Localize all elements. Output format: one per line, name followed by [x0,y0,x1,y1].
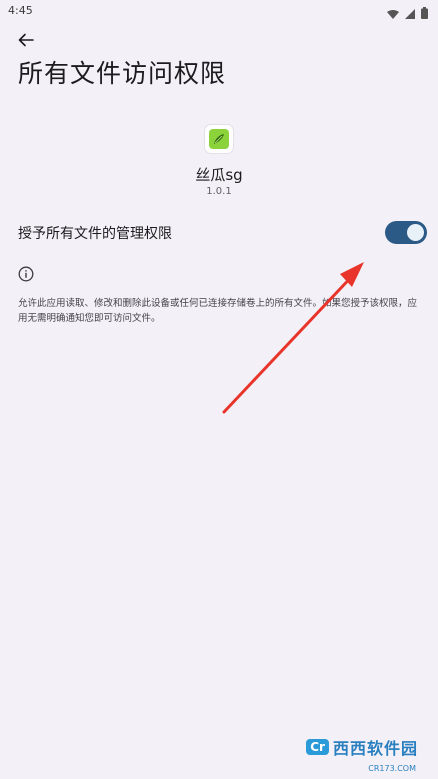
all-files-access-toggle[interactable] [385,221,427,244]
wifi-icon [387,4,399,23]
signal-icon [405,4,415,23]
status-bar: 4:45 [0,0,438,24]
permission-row[interactable]: 授予所有文件的管理权限 [0,213,438,253]
back-button[interactable] [14,30,38,54]
battery-icon [421,4,428,23]
app-name: 丝瓜sg [195,166,243,184]
info-icon [18,266,34,282]
page-title: 所有文件访问权限 [18,59,227,88]
annotation-arrow [222,262,364,414]
watermark-url: CR173.COM [368,764,416,773]
app-version: 1.0.1 [206,186,232,197]
permission-description: 允许此应用读取、修改和删除此设备或任何已连接存储卷上的所有文件。如果您授予该权限… [18,298,418,324]
arrow-back-icon [18,32,34,52]
status-icons [387,4,428,23]
watermark-text: 西西软件园 [332,739,418,758]
app-icon [205,125,233,153]
permission-label: 授予所有文件的管理权限 [18,226,172,242]
toggle-thumb [407,224,424,241]
status-time: 4:45 [8,4,33,17]
watermark-badge: Cr [306,739,329,755]
watermark-logo: Cr 西西软件园 [306,729,418,765]
